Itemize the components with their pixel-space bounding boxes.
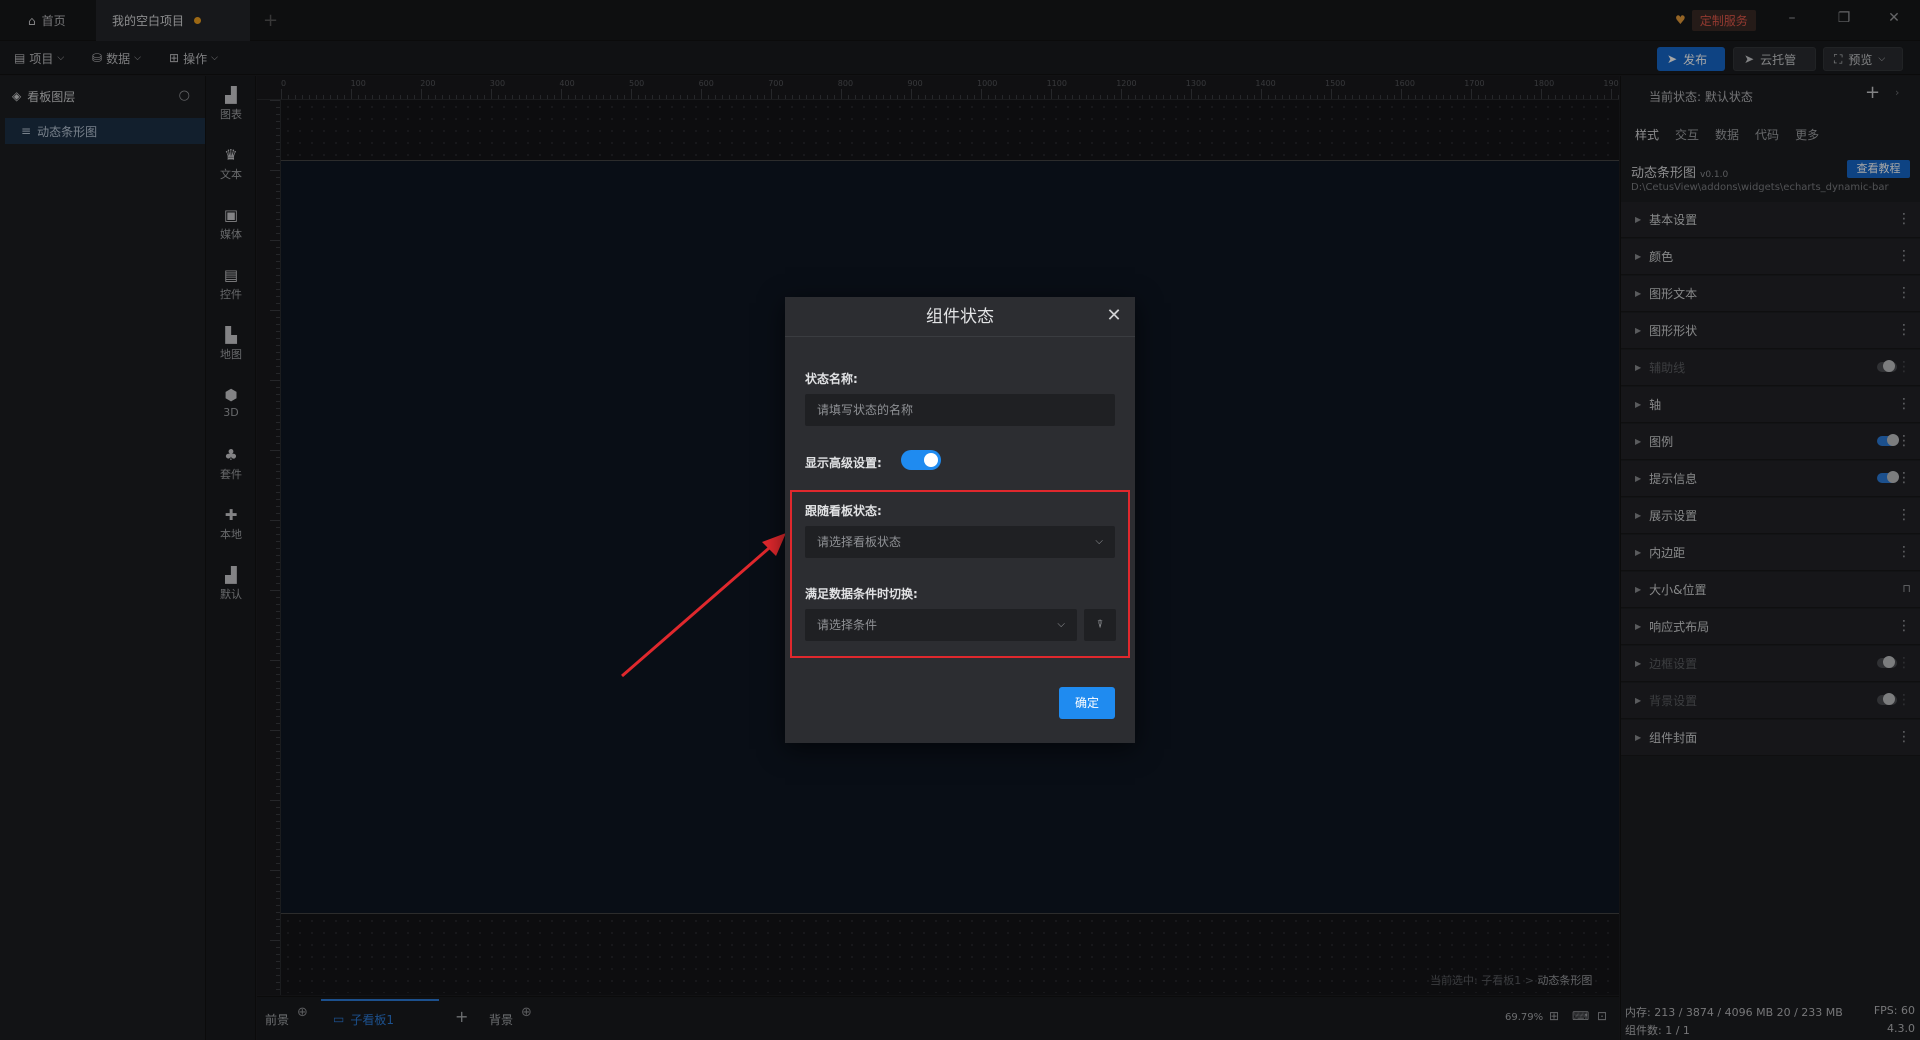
board-state-placeholder: 请选择看板状态 bbox=[817, 535, 902, 549]
confirm-button[interactable]: 确定 bbox=[1059, 687, 1115, 719]
advanced-settings-label: 显示高级设置: bbox=[805, 456, 882, 470]
board-state-select[interactable]: 请选择看板状态 ⌵ bbox=[805, 526, 1115, 558]
filter-icon[interactable]: ⍒ bbox=[1084, 609, 1116, 641]
dialog-title: 组件状态 bbox=[785, 297, 1135, 337]
chevron-down-icon: ⌵ bbox=[1095, 536, 1103, 547]
chevron-down-icon: ⌵ bbox=[1057, 619, 1065, 630]
condition-select[interactable]: 请选择条件 ⌵ bbox=[805, 609, 1077, 641]
component-state-dialog: 组件状态 ✕ 状态名称: 请填写状态的名称 显示高级设置: 跟随看板状态: 请选… bbox=[785, 297, 1135, 743]
advanced-settings-toggle[interactable] bbox=[901, 450, 941, 470]
condition-placeholder: 请选择条件 bbox=[817, 618, 878, 632]
follow-board-state-label: 跟随看板状态: bbox=[805, 504, 882, 518]
close-icon[interactable]: ✕ bbox=[1103, 305, 1125, 327]
data-condition-label: 满足数据条件时切换: bbox=[805, 587, 918, 601]
state-name-input[interactable]: 请填写状态的名称 bbox=[805, 394, 1115, 426]
state-name-label: 状态名称: bbox=[805, 372, 858, 386]
